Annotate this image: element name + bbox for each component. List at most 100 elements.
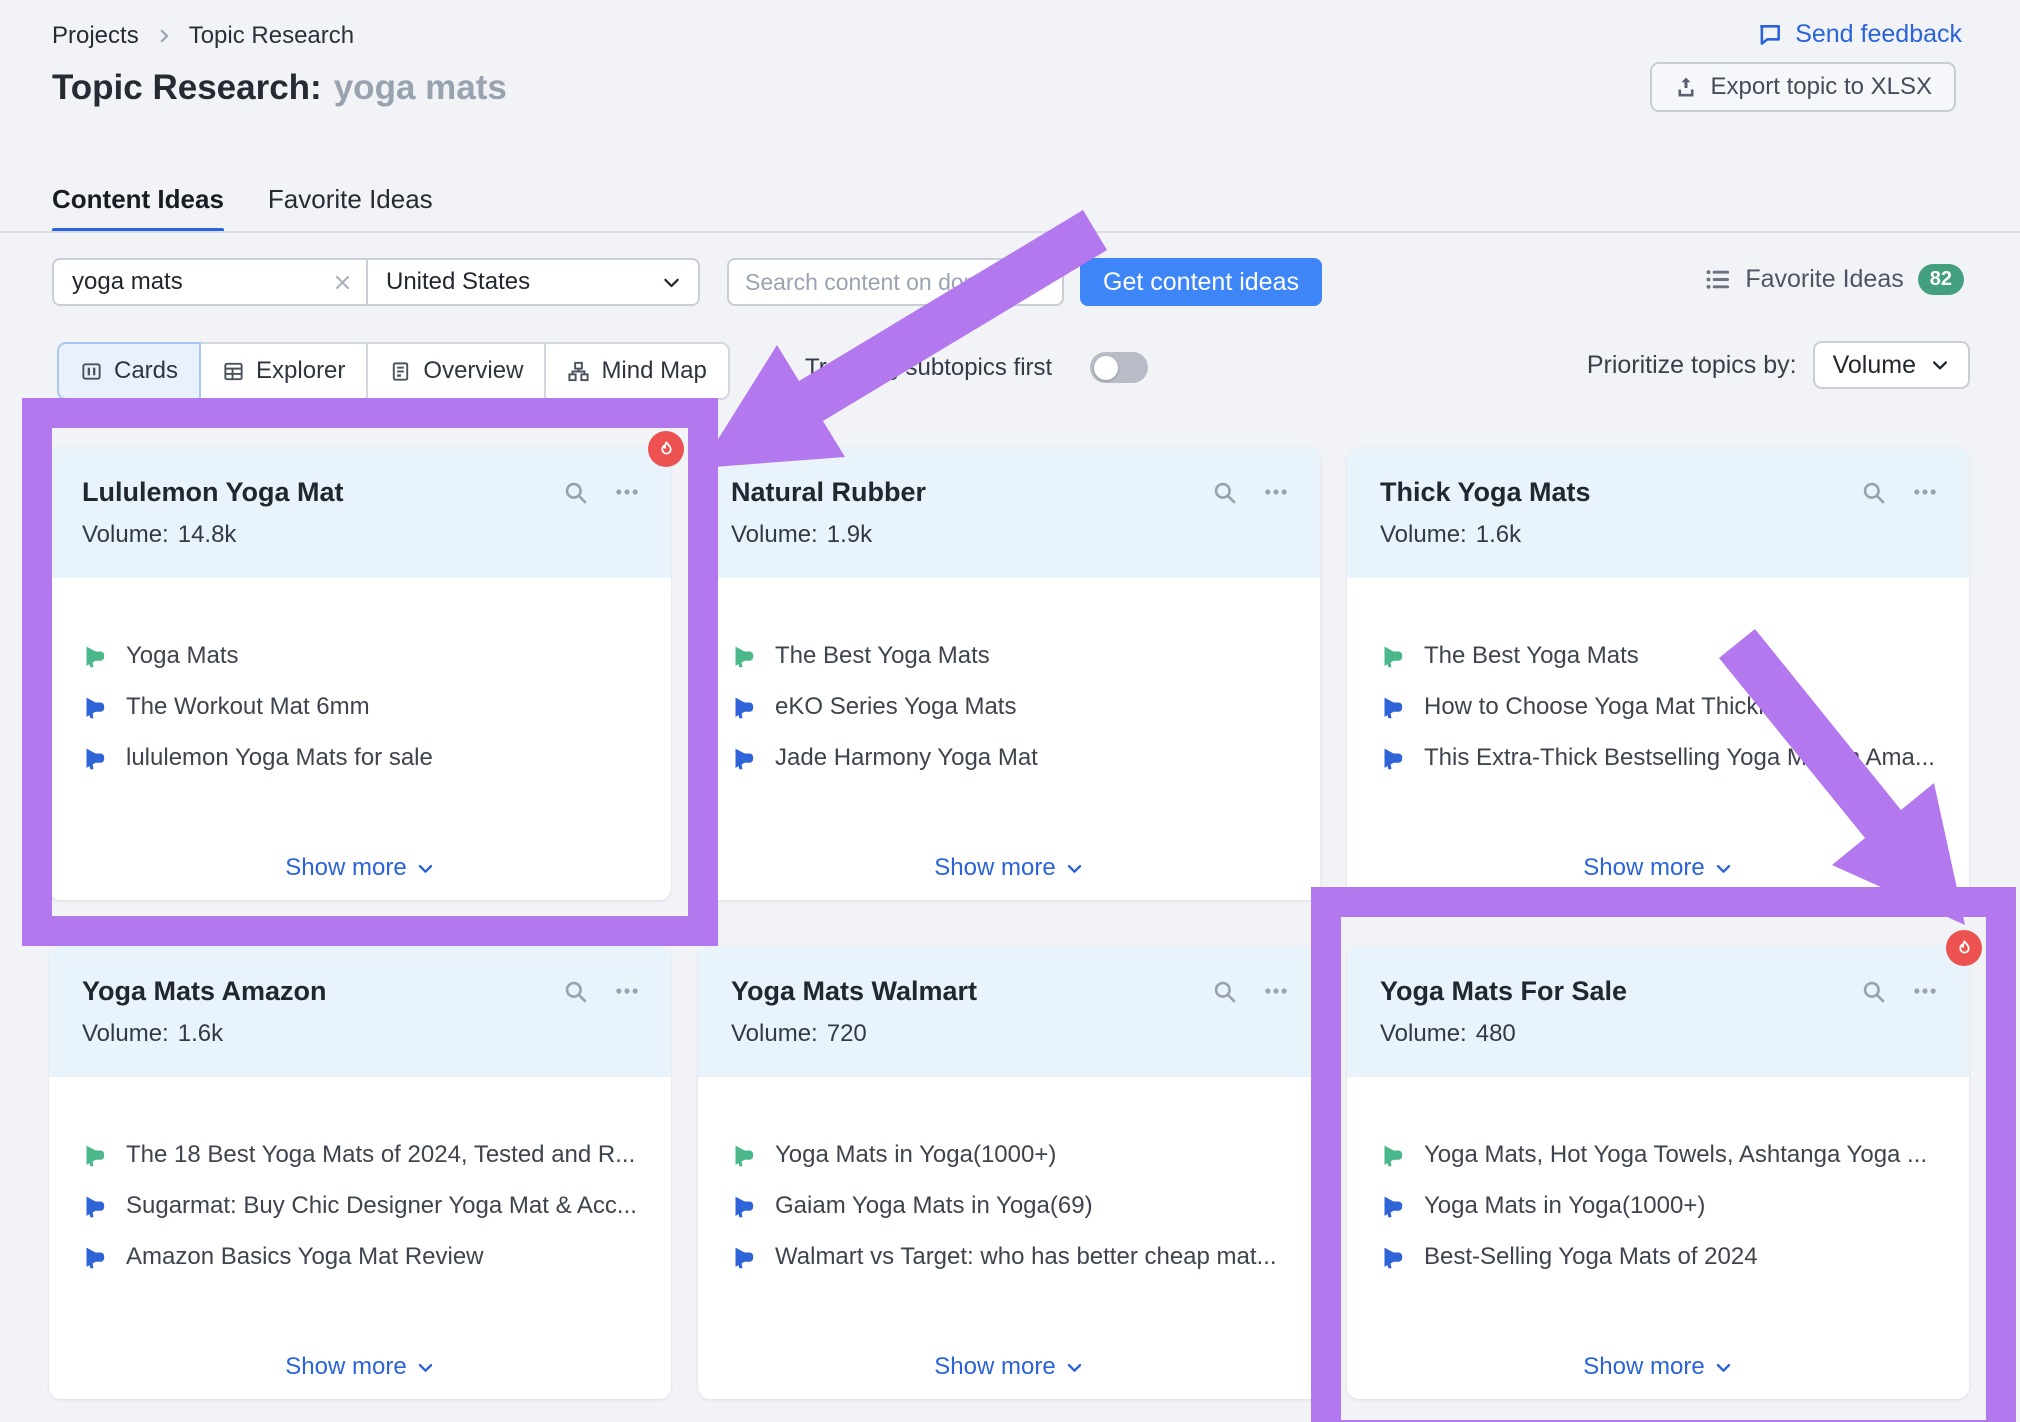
idea-item[interactable]: Gaiam Yoga Mats in Yoga(69) xyxy=(731,1193,1287,1219)
favorite-ideas-button[interactable]: Favorite Ideas 82 xyxy=(1704,264,1964,295)
card-body: The Best Yoga Mats How to Choose Yoga Ma… xyxy=(1347,578,1969,900)
idea-text: The Best Yoga Mats xyxy=(775,642,990,670)
idea-item[interactable]: Jade Harmony Yoga Mat xyxy=(731,745,1287,771)
card-header: Thick Yoga Mats Volume: 1.6k xyxy=(1347,447,1969,578)
view-switcher: Cards Explorer Overview Mind Map xyxy=(57,342,730,400)
trending-subtopics-toggle[interactable] xyxy=(1090,352,1148,383)
volume-value: 480 xyxy=(1476,1020,1516,1048)
more-options-icon[interactable] xyxy=(1262,977,1290,1005)
idea-text: Walmart vs Target: who has better cheap … xyxy=(775,1243,1277,1271)
idea-list: The Best Yoga Mats How to Choose Yoga Ma… xyxy=(1380,578,1936,771)
more-options-icon[interactable] xyxy=(1262,478,1290,506)
idea-item[interactable]: This Extra-Thick Bestselling Yoga Mat on… xyxy=(1380,745,1936,771)
more-options-icon[interactable] xyxy=(613,478,641,506)
idea-item[interactable]: The Workout Mat 6mm xyxy=(82,694,638,720)
show-more-link[interactable]: Show more xyxy=(1347,854,1969,882)
idea-text: Gaiam Yoga Mats in Yoga(69) xyxy=(775,1192,1093,1220)
idea-item[interactable]: Yoga Mats in Yoga(1000+) xyxy=(731,1142,1287,1168)
card-title: Lululemon Yoga Mat xyxy=(82,475,344,509)
idea-text: Jade Harmony Yoga Mat xyxy=(775,744,1038,772)
show-more-label: Show more xyxy=(934,854,1055,882)
megaphone-icon xyxy=(1380,643,1407,670)
export-xlsx-button[interactable]: Export topic to XLSX xyxy=(1650,62,1956,112)
idea-item[interactable]: Walmart vs Target: who has better cheap … xyxy=(731,1244,1287,1270)
topic-query-input[interactable]: yoga mats xyxy=(54,260,368,304)
show-more-link[interactable]: Show more xyxy=(698,1353,1320,1381)
overview-icon xyxy=(389,360,412,383)
view-explorer[interactable]: Explorer xyxy=(199,342,368,400)
idea-item[interactable]: Best-Selling Yoga Mats of 2024 xyxy=(1380,1244,1936,1270)
view-overview[interactable]: Overview xyxy=(366,342,546,400)
prioritize-value: Volume xyxy=(1833,351,1916,380)
show-more-link[interactable]: Show more xyxy=(49,1353,671,1381)
clear-query-icon[interactable] xyxy=(333,273,352,292)
more-options-icon[interactable] xyxy=(1911,478,1939,506)
tab-content-ideas[interactable]: Content Ideas xyxy=(52,184,224,233)
idea-item[interactable]: How to Choose Yoga Mat Thickne xyxy=(1380,694,1936,720)
idea-item[interactable]: lululemon Yoga Mats for sale xyxy=(82,745,638,771)
card-title: Yoga Mats For Sale xyxy=(1380,974,1627,1008)
card-header: Yoga Mats For Sale Volume: 480 xyxy=(1347,946,1969,1077)
get-content-ideas-button[interactable]: Get content ideas xyxy=(1080,258,1322,306)
idea-item[interactable]: The Best Yoga Mats xyxy=(731,643,1287,669)
idea-item[interactable]: The 18 Best Yoga Mats of 2024, Tested an… xyxy=(82,1142,638,1168)
country-select[interactable]: United States xyxy=(368,260,698,304)
cards-icon xyxy=(80,360,103,383)
annotation-arrow-1 xyxy=(700,210,1107,468)
show-more-link[interactable]: Show more xyxy=(698,854,1320,882)
prioritize-control: Prioritize topics by: Volume xyxy=(1587,341,1970,389)
idea-item[interactable]: Sugarmat: Buy Chic Designer Yoga Mat & A… xyxy=(82,1193,638,1219)
topic-card[interactable]: Yoga Mats Walmart Volume: 720 xyxy=(698,946,1320,1399)
search-icon[interactable] xyxy=(1211,978,1238,1005)
show-more-label: Show more xyxy=(934,1353,1055,1381)
card-body: Yoga Mats in Yoga(1000+) Gaiam Yoga Mats… xyxy=(698,1077,1320,1399)
card-volume: Volume: 1.9k xyxy=(731,521,1290,549)
prioritize-select[interactable]: Volume xyxy=(1813,341,1970,389)
breadcrumb-projects-link[interactable]: Projects xyxy=(52,22,139,50)
search-icon[interactable] xyxy=(1211,479,1238,506)
topic-card[interactable]: Yoga Mats Amazon Volume: 1.6k xyxy=(49,946,671,1399)
chevron-down-icon xyxy=(1714,859,1733,878)
show-more-link[interactable]: Show more xyxy=(49,854,671,882)
search-icon[interactable] xyxy=(562,978,589,1005)
view-overview-label: Overview xyxy=(423,357,523,385)
search-icon[interactable] xyxy=(1860,978,1887,1005)
volume-label: Volume: xyxy=(1380,521,1467,549)
idea-item[interactable]: Yoga Mats, Hot Yoga Towels, Ashtanga Yog… xyxy=(1380,1142,1936,1168)
idea-item[interactable]: eKO Series Yoga Mats xyxy=(731,694,1287,720)
more-options-icon[interactable] xyxy=(1911,977,1939,1005)
idea-item[interactable]: Yoga Mats in Yoga(1000+) xyxy=(1380,1193,1936,1219)
view-mind-map[interactable]: Mind Map xyxy=(544,342,729,400)
volume-label: Volume: xyxy=(731,1020,818,1048)
view-cards[interactable]: Cards xyxy=(57,342,201,400)
idea-item[interactable]: Yoga Mats xyxy=(82,643,638,669)
volume-value: 14.8k xyxy=(178,521,237,549)
idea-text: The Workout Mat 6mm xyxy=(126,693,370,721)
idea-item[interactable]: The Best Yoga Mats xyxy=(1380,643,1936,669)
card-volume: Volume: 1.6k xyxy=(82,1020,641,1048)
volume-value: 1.9k xyxy=(827,521,872,549)
chevron-down-icon xyxy=(1065,1358,1084,1377)
search-icon[interactable] xyxy=(1860,479,1887,506)
card-body: The 18 Best Yoga Mats of 2024, Tested an… xyxy=(49,1077,671,1399)
megaphone-icon xyxy=(82,1142,109,1169)
show-more-label: Show more xyxy=(285,854,406,882)
topic-card[interactable]: Natural Rubber Volume: 1.9k xyxy=(698,447,1320,900)
export-xlsx-label: Export topic to XLSX xyxy=(1711,73,1932,101)
search-icon[interactable] xyxy=(562,479,589,506)
volume-label: Volume: xyxy=(731,521,818,549)
megaphone-icon xyxy=(731,1244,758,1271)
more-options-icon[interactable] xyxy=(613,977,641,1005)
show-more-link[interactable]: Show more xyxy=(1347,1353,1969,1381)
tab-favorite-ideas[interactable]: Favorite Ideas xyxy=(268,184,433,233)
topic-cards-grid: Lululemon Yoga Mat Volume: 14.8k xyxy=(49,447,1969,1399)
send-feedback-link[interactable]: Send feedback xyxy=(1757,20,1962,49)
megaphone-icon xyxy=(1380,1193,1407,1220)
trending-fire-icon xyxy=(1946,930,1982,966)
topic-card[interactable]: Lululemon Yoga Mat Volume: 14.8k xyxy=(49,447,671,900)
topic-card[interactable]: Yoga Mats For Sale Volume: 480 xyxy=(1347,946,1969,1399)
topic-card[interactable]: Thick Yoga Mats Volume: 1.6k xyxy=(1347,447,1969,900)
search-content-input[interactable]: Search content on domain xyxy=(727,258,1064,306)
volume-label: Volume: xyxy=(1380,1020,1467,1048)
idea-item[interactable]: Amazon Basics Yoga Mat Review xyxy=(82,1244,638,1270)
